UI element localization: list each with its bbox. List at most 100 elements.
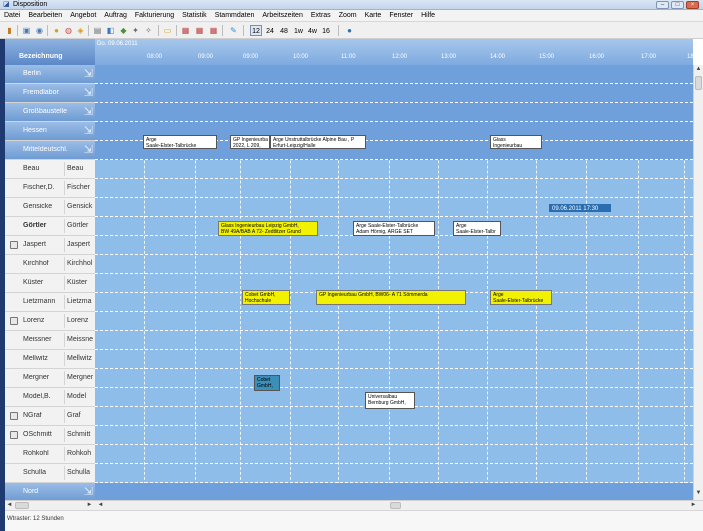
pen-icon[interactable]: ✎ <box>228 25 239 36</box>
row-checkbox[interactable] <box>10 412 18 420</box>
schedule-row[interactable] <box>95 426 693 445</box>
zoom-4w-button[interactable]: 4w <box>306 25 318 36</box>
menu-angebot[interactable]: Angebot <box>70 12 96 19</box>
menu-bearbeiten[interactable]: Bearbeiten <box>28 12 62 19</box>
appointment-block[interactable]: Universalbau Bernburg GmbH, <box>365 392 415 409</box>
menu-auftrag[interactable]: Auftrag <box>104 12 127 19</box>
group-row[interactable]: Fremdlabor ⇲ <box>5 84 95 103</box>
schedule-row[interactable] <box>95 103 693 122</box>
offer-icon[interactable]: ◍ <box>63 25 74 36</box>
menu-fakturierung[interactable]: Fakturierung <box>135 12 174 19</box>
filter-icon[interactable]: ✧ <box>143 25 154 36</box>
invoice-icon[interactable]: ◈ <box>75 25 86 36</box>
menu-datei[interactable]: Datei <box>4 12 20 19</box>
schedule-row[interactable] <box>95 65 693 84</box>
resource-row[interactable]: Model,B. Model <box>5 388 95 407</box>
appointment-block[interactable]: Cobet GmbH, <box>254 375 280 391</box>
scroll-up-icon[interactable]: ▲ <box>694 65 703 74</box>
resource-row[interactable]: Lietzmann Lietzma <box>5 293 95 312</box>
appointment-block[interactable]: Cobet GmbH, Hochschule <box>242 290 290 305</box>
menu-extras[interactable]: Extras <box>311 12 331 19</box>
print-icon[interactable]: ▤ <box>92 25 103 36</box>
calendar-week-icon[interactable]: ▦ <box>194 25 205 36</box>
left-panel-scroll-thumb[interactable] <box>15 502 29 509</box>
calendar-month-icon[interactable]: ▦ <box>208 25 219 36</box>
resource-row[interactable]: Lorenz Lorenz <box>5 312 95 331</box>
schedule-grid[interactable]: Do. 09.06.2011 08:00 09:00 09:00 10:00 11:00… <box>95 39 693 500</box>
appointment-block[interactable]: 09.06.2011 17:30 <box>549 204 611 212</box>
schedule-row[interactable] <box>95 350 693 369</box>
resource-row[interactable]: Jaspert Jaspert <box>5 236 95 255</box>
maximize-button[interactable]: □ <box>671 1 684 9</box>
zoom-48-button[interactable]: 48 <box>278 25 290 36</box>
group-row[interactable]: Mitteldeutschl. ⇲ <box>5 141 95 160</box>
zoom-12-button[interactable]: 12 <box>250 25 262 36</box>
schedule-row[interactable] <box>95 331 693 350</box>
schedule-row[interactable] <box>95 255 693 274</box>
minimize-button[interactable]: – <box>656 1 669 9</box>
row-checkbox[interactable] <box>10 241 18 249</box>
grid-scroll-right-icon[interactable]: ► <box>689 501 698 510</box>
vertical-scrollbar[interactable]: ▲ ▼ <box>693 65 703 500</box>
resource-row[interactable]: Kirchhof Kirchhol <box>5 255 95 274</box>
copy-icon[interactable]: ◧ <box>105 25 116 36</box>
appointment-block[interactable]: Glass Ingenieurbau Leipzig GmbH, BW 49A/B… <box>218 221 318 236</box>
resource-row[interactable]: Schulla Schulla <box>5 464 95 483</box>
resource-row[interactable]: OSchmitt Schmitt <box>5 426 95 445</box>
column-header-bezeichnung[interactable]: Bezeichnung <box>5 39 95 65</box>
resource-row[interactable]: Beau Beau <box>5 160 95 179</box>
resource-row[interactable]: Küster Küster <box>5 274 95 293</box>
row-checkbox[interactable] <box>10 431 18 439</box>
group-expand-icon[interactable]: ⇲ <box>65 143 93 158</box>
appointment-block[interactable]: Arge Saale-Elster-Talbr <box>453 221 501 236</box>
group-expand-icon[interactable]: ⇲ <box>65 124 93 139</box>
calendar-day-icon[interactable]: ▦ <box>180 25 191 36</box>
appointment-block[interactable]: GP Ingenieurbau GmbH, BW06- A 71 Sömmerd… <box>316 290 466 305</box>
close-button[interactable]: × <box>686 1 699 9</box>
group-row[interactable]: Großbaustelle ⇲ <box>5 103 95 122</box>
group-expand-icon[interactable]: ⇲ <box>65 105 93 120</box>
menu-statistik[interactable]: Statistik <box>182 12 207 19</box>
settings-icon[interactable]: ✦ <box>130 25 141 36</box>
schedule-row[interactable] <box>95 160 693 179</box>
menu-zoom[interactable]: Zoom <box>339 12 357 19</box>
schedule-row[interactable] <box>95 179 693 198</box>
group-expand-icon[interactable]: ⇲ <box>65 485 93 500</box>
schedule-row[interactable] <box>95 369 693 388</box>
folder-icon[interactable]: ▭ <box>162 25 173 36</box>
zoom-24-button[interactable]: 24 <box>264 25 276 36</box>
menu-stammdaten[interactable]: Stammdaten <box>215 12 255 19</box>
menu-hilfe[interactable]: Hilfe <box>421 12 435 19</box>
search-icon[interactable]: ◉ <box>34 25 45 36</box>
resource-row[interactable]: NGraf Graf <box>5 407 95 426</box>
schedule-row[interactable] <box>95 464 693 483</box>
appointment-block[interactable]: Arge Unstruttalbrücke Alpine Bau , P Erfu… <box>270 135 366 149</box>
group-row[interactable]: Nord ⇲ <box>5 483 95 500</box>
resource-row[interactable]: Mellwitz Mellwitz <box>5 350 95 369</box>
resource-row[interactable]: Mergner Mergner <box>5 369 95 388</box>
schedule-row[interactable] <box>95 407 693 426</box>
group-row[interactable]: Berlin ⇲ <box>5 65 95 84</box>
grid-scroll-left-icon[interactable]: ◄ <box>96 501 105 510</box>
grid-scroll-thumb[interactable] <box>390 502 401 509</box>
menu-fenster[interactable]: Fenster <box>389 12 413 19</box>
schedule-row[interactable] <box>95 483 693 500</box>
scroll-down-icon[interactable]: ▼ <box>694 489 703 498</box>
order-icon[interactable]: ● <box>51 25 62 36</box>
transfer-icon[interactable]: ◆ <box>118 25 129 36</box>
panel-scroll-right-icon[interactable]: ► <box>85 501 94 510</box>
group-row[interactable]: Hessen ⇲ <box>5 122 95 141</box>
dispatch-icon[interactable]: ▮ <box>4 25 15 36</box>
globe-icon[interactable]: ● <box>344 25 355 36</box>
appointment-block[interactable]: Arge Saale-Elster-Talbrücke Adam Hörnig, … <box>353 221 435 236</box>
zoom-1w-button[interactable]: 1w <box>292 25 304 36</box>
menu-arbeitszeiten[interactable]: Arbeitszeiten <box>262 12 302 19</box>
resource-row[interactable]: Görtler Görtler <box>5 217 95 236</box>
schedule-row[interactable] <box>95 445 693 464</box>
menu-karte[interactable]: Karte <box>365 12 382 19</box>
schedule-row[interactable] <box>95 84 693 103</box>
resource-row[interactable]: Gensicke Gensick <box>5 198 95 217</box>
new-icon[interactable]: ▣ <box>21 25 32 36</box>
appointment-block[interactable]: Arge Saale-Elster-Talbrücke <box>490 290 552 305</box>
zoom-16-button[interactable]: 16 <box>320 25 332 36</box>
